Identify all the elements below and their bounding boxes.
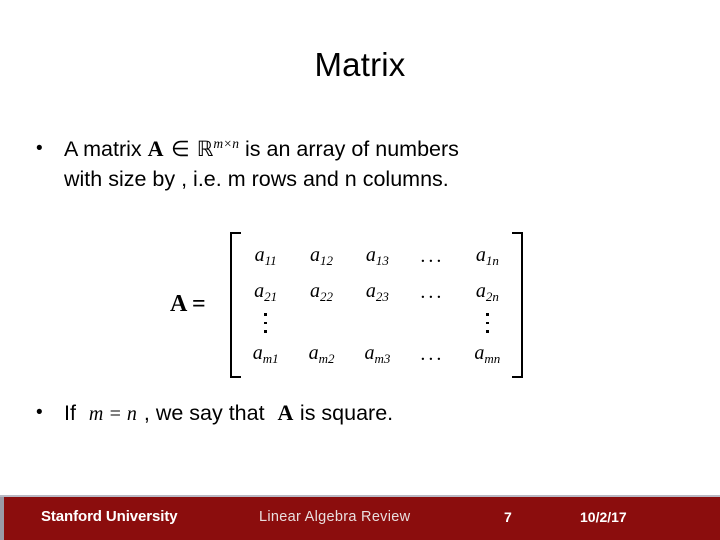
matrix-right-bracket xyxy=(512,232,524,378)
matrix-cell-base: a xyxy=(308,341,319,364)
matrix-cell-base: a xyxy=(364,341,375,364)
matrix-cell: a13 xyxy=(366,238,389,274)
matrix-cell-base: a xyxy=(254,244,265,266)
matrix-cell-sub: 21 xyxy=(264,289,278,304)
math-dimensions-superscript: m×n xyxy=(213,135,240,151)
matrix-cell-sub: 2n xyxy=(485,289,499,304)
bullet-2-text: If m = n , we say that A is square. xyxy=(36,398,656,429)
footer-bar: Stanford University Linear Algebra Revie… xyxy=(0,497,720,540)
matrix-cell: amn xyxy=(474,336,500,372)
matrix-cell: a22 xyxy=(310,274,333,310)
matrix-cell-base: a xyxy=(474,341,485,364)
matrix-cell: a1n xyxy=(476,238,499,274)
math-matrix-A-symbol: A xyxy=(277,400,294,425)
matrix-cell: am3 xyxy=(364,336,390,372)
matrix-equation: A = a11 a12 a13 ... a1n a21 a22 a23 ... xyxy=(170,232,533,378)
matrix-horizontal-ellipsis: ... xyxy=(420,281,445,303)
footer-date: 10/2/17 xyxy=(580,509,627,525)
matrix-body: a11 a12 a13 ... a1n a21 a22 a23 ... a2n xyxy=(220,232,534,378)
matrix-horizontal-ellipsis: ... xyxy=(420,245,445,267)
matrix-cell: a12 xyxy=(310,238,333,274)
matrix-cell: a23 xyxy=(366,274,389,310)
footer-organization: Stanford University xyxy=(41,508,178,525)
matrix-cell: a11 xyxy=(255,238,277,274)
math-element-of-symbol: ∈ xyxy=(171,137,190,161)
math-m-equals-n: m = n xyxy=(88,403,137,425)
footer-page-number: 7 xyxy=(504,509,512,525)
footer-left-edge-accent xyxy=(0,497,4,540)
matrix-cell: a21 xyxy=(254,274,277,310)
matrix-cell-base: a xyxy=(310,280,321,302)
matrix-cell-sub: mn xyxy=(484,350,501,366)
bullet-item-2: • If m = n , we say that A is square. xyxy=(36,398,656,429)
matrix-equals-sign: = xyxy=(192,291,206,318)
bullet-marker-icon: • xyxy=(36,402,43,423)
matrix-cell-sub: 12 xyxy=(320,253,334,268)
bullet-1-line1-pre: A matrix xyxy=(64,137,148,161)
matrix-left-bracket xyxy=(229,232,241,378)
slide: Matrix • A matrix A ∈ ℝm×n is an array of … xyxy=(0,0,720,540)
matrix-cell-sub: m2 xyxy=(318,350,335,366)
bullet-marker-icon: • xyxy=(36,138,43,159)
matrix-cell-sub: 23 xyxy=(375,289,389,304)
page-title: Matrix xyxy=(314,46,406,83)
matrix-vertical-ellipsis xyxy=(264,310,267,336)
bullet-2-post: is square. xyxy=(293,401,394,425)
matrix-cell-sub: 1n xyxy=(485,253,499,268)
matrix-vertical-ellipsis xyxy=(486,310,489,336)
matrix-cell-sub: m3 xyxy=(374,350,391,366)
matrix-cell: a2n xyxy=(476,274,499,310)
matrix-cell-base: a xyxy=(310,244,321,266)
matrix-horizontal-ellipsis: ... xyxy=(420,342,445,365)
bullet-1-line1-post: is an array of numbers xyxy=(239,137,459,161)
bullet-item-1: • A matrix A ∈ ℝm×n is an array of numbers… xyxy=(36,134,686,194)
bullet-1-text: A matrix A ∈ ℝm×n is an array of numbers w… xyxy=(36,134,686,194)
bullet-2-mid: , we say that xyxy=(143,401,271,425)
matrix-lhs-symbol: A xyxy=(170,291,187,318)
matrix-cell-base: a xyxy=(254,280,265,302)
matrix-lhs: A = xyxy=(170,291,220,318)
matrix-cell-base: a xyxy=(475,280,486,302)
matrix-cell-sub: 13 xyxy=(375,253,389,268)
matrix-cell-base: a xyxy=(365,244,376,266)
matrix-cell-base: a xyxy=(252,341,263,364)
bullet-2-pre: If xyxy=(64,401,82,425)
matrix-cell: am1 xyxy=(253,336,279,372)
matrix-cell-base: a xyxy=(475,244,486,266)
matrix-cell: am2 xyxy=(309,336,335,372)
matrix-cell-sub: 22 xyxy=(320,289,334,304)
matrix-cell-sub: 11 xyxy=(264,253,277,268)
bullet-1-line2: with size by , i.e. m rows and n columns… xyxy=(64,167,449,191)
matrix-cell-sub: m1 xyxy=(262,350,279,366)
math-real-numbers-symbol: ℝ xyxy=(196,137,214,161)
matrix-grid: a11 a12 a13 ... a1n a21 a22 a23 ... a2n xyxy=(241,232,513,378)
math-matrix-A-symbol: A xyxy=(147,136,165,161)
matrix-cell-base: a xyxy=(365,280,376,302)
footer-subject: Linear Algebra Review xyxy=(259,509,411,525)
